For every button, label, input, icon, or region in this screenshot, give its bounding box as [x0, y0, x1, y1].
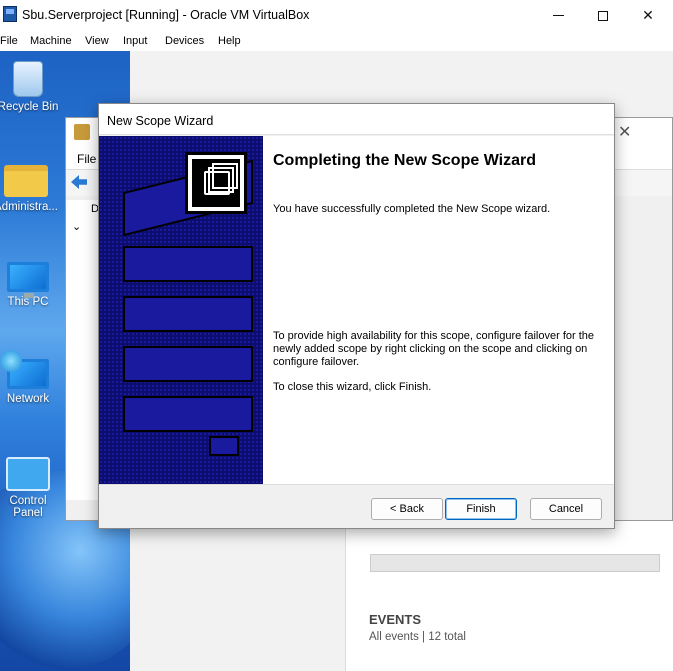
back-arrow-icon[interactable]: [71, 175, 87, 189]
desktop-icon-label: Recycle Bin: [0, 101, 59, 113]
desktop-icon-control-panel[interactable]: Control Panel: [0, 453, 61, 519]
wizard-logo-inner: [192, 159, 240, 207]
folder-icon: [4, 165, 48, 197]
minimize-icon: [552, 15, 564, 16]
wizard-logo-box: [185, 152, 247, 214]
minimize-button[interactable]: [535, 0, 581, 31]
wizard-banner-art: [99, 136, 263, 484]
maximize-icon: [598, 10, 608, 21]
back-button[interactable]: < Back: [371, 498, 443, 520]
close-button[interactable]: ✕: [625, 0, 671, 31]
menu-view[interactable]: View: [85, 35, 109, 47]
horizontal-scrollbar[interactable]: [370, 554, 660, 572]
wizard-body: Completing the New Scope Wizard You have…: [263, 136, 614, 484]
menu-machine[interactable]: Machine: [30, 35, 72, 47]
banner-shape: [123, 396, 253, 432]
control-panel-icon: [6, 457, 50, 491]
desktop-icon-recycle-bin[interactable]: Recycle Bin: [0, 61, 61, 113]
recycle-bin-icon: [13, 61, 43, 97]
network-icon: [0, 350, 49, 389]
events-title: EVENTS: [369, 612, 422, 627]
desktop-icon-label: Administra...: [0, 201, 58, 213]
wizard-heading: Completing the New Scope Wizard: [273, 152, 536, 169]
wizard-paragraph-close: To close this wizard, click Finish.: [273, 381, 432, 393]
new-scope-wizard-dialog: New Scope Wizard Completing the New Scop…: [98, 103, 615, 529]
window-title: Sbu.Serverproject [Running] - Oracle VM …: [22, 8, 310, 22]
wizard-paragraph-failover: To provide high availability for this sc…: [273, 330, 595, 368]
wizard-paragraph-success: You have successfully completed the New …: [273, 203, 551, 215]
menu-input[interactable]: Input: [123, 35, 147, 47]
maximize-button[interactable]: [580, 0, 626, 31]
close-icon: ✕: [642, 7, 654, 24]
close-icon[interactable]: ✕: [618, 122, 631, 142]
menu-devices[interactable]: Devices: [165, 35, 204, 47]
cancel-button[interactable]: Cancel: [530, 498, 602, 520]
menu-help[interactable]: Help: [218, 35, 241, 47]
desktop-icon-this-pc[interactable]: This PC: [0, 256, 61, 308]
banner-shape: [123, 296, 253, 332]
desktop-icon-label: Network: [6, 393, 50, 405]
desktop-icon-administrator[interactable]: Administra...: [0, 159, 59, 213]
banner-shape: [123, 246, 253, 282]
desktop-icon-label: Control Panel: [9, 495, 47, 519]
wizard-titlebar: New Scope Wizard: [99, 104, 614, 135]
events-subtitle[interactable]: All events | 12 total: [369, 631, 466, 643]
banner-shape: [123, 346, 253, 382]
dhcp-app-icon: [74, 124, 90, 140]
wizard-title: New Scope Wizard: [107, 114, 214, 128]
finish-button[interactable]: Finish: [445, 498, 517, 520]
dhcp-menu-file[interactable]: File: [77, 152, 96, 166]
folders-icon: [204, 163, 238, 195]
monitor-icon: [7, 262, 49, 298]
banner-shape: [209, 436, 239, 456]
vbox-titlebar: Sbu.Serverproject [Running] - Oracle VM …: [0, 0, 673, 31]
desktop-icon-network[interactable]: Network: [0, 350, 61, 405]
menu-file[interactable]: File: [0, 35, 18, 47]
virtualbox-icon: [3, 6, 17, 22]
wizard-separator: [99, 484, 614, 485]
vbox-menubar: File Machine View Input Devices Help: [0, 31, 673, 51]
chevron-down-icon[interactable]: ⌄: [72, 220, 81, 233]
